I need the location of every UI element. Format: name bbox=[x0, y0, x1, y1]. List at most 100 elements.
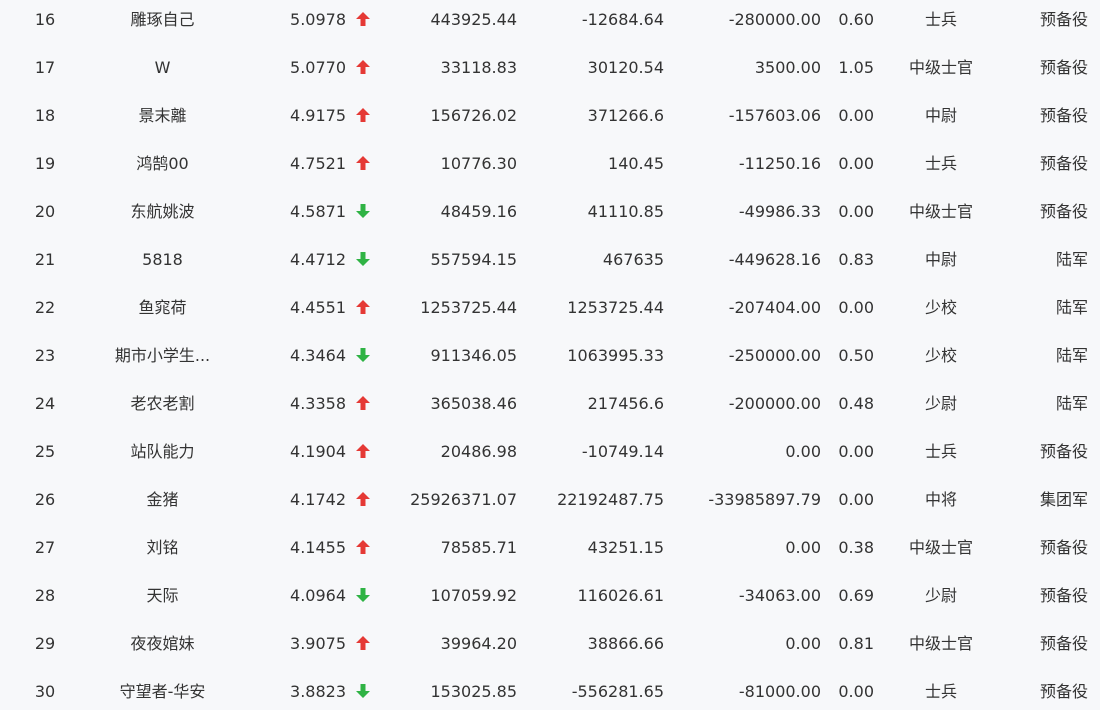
table-row[interactable]: 23 期市小学生... 4.3464 911346.05 1063995.33 -2500… bbox=[0, 332, 1100, 380]
military-rank: 少尉 bbox=[924, 394, 957, 413]
user-name: 守望者-华安 bbox=[119, 682, 206, 701]
unit-name: 预备役 bbox=[1039, 202, 1088, 221]
table-row[interactable]: 21 5818 4.4712 557594.15 467635 -449628.16 0.8… bbox=[0, 236, 1100, 284]
value-col-1: 20486.98 bbox=[440, 442, 517, 461]
rank-cell: 23 bbox=[34, 346, 56, 365]
military-rank: 少尉 bbox=[924, 586, 957, 605]
arrow-down-icon bbox=[354, 332, 372, 380]
value-col-3: -250000.00 bbox=[728, 346, 821, 365]
score-value: 4.1742 bbox=[290, 490, 346, 509]
score-value: 4.1904 bbox=[290, 442, 346, 461]
table-row[interactable]: 25 站队能力 4.1904 20486.98 -10749.14 0.00 0.00 士兵 预… bbox=[0, 428, 1100, 476]
rank-cell: 27 bbox=[34, 538, 56, 557]
value-col-1: 365038.46 bbox=[430, 394, 517, 413]
rank-cell: 26 bbox=[34, 490, 56, 509]
arrow-up-icon bbox=[354, 524, 372, 572]
ratio-value: 0.00 bbox=[838, 682, 874, 701]
table-row[interactable]: 20 东航姚波 4.5871 48459.16 41110.85 -49986.33 0.0… bbox=[0, 188, 1100, 236]
value-col-2: 140.45 bbox=[608, 154, 664, 173]
value-col-3: -449628.16 bbox=[728, 250, 821, 269]
military-rank: 少校 bbox=[924, 346, 957, 365]
rank-cell: 25 bbox=[34, 442, 56, 461]
rank-cell: 30 bbox=[34, 682, 56, 701]
table-row[interactable]: 30 守望者-华安 3.8823 153025.85 -556281.65 -81000.… bbox=[0, 668, 1100, 710]
ratio-value: 0.50 bbox=[838, 346, 874, 365]
ratio-value: 0.69 bbox=[838, 586, 874, 605]
table-row[interactable]: 19 鸿鹄00 4.7521 10776.30 140.45 -11250.16 0.00 士… bbox=[0, 140, 1100, 188]
value-col-3: -11250.16 bbox=[738, 154, 821, 173]
value-col-2: 1063995.33 bbox=[567, 346, 664, 365]
score-value: 4.3358 bbox=[290, 394, 346, 413]
value-col-2: 38866.66 bbox=[587, 634, 664, 653]
unit-name: 预备役 bbox=[1039, 538, 1088, 557]
arrow-up-icon bbox=[354, 476, 372, 524]
score-value: 4.4551 bbox=[290, 298, 346, 317]
table-row[interactable]: 18 景末離 4.9175 156726.02 371266.6 -157603.06 0.… bbox=[0, 92, 1100, 140]
score-value: 4.7521 bbox=[290, 154, 346, 173]
user-name: 老农老割 bbox=[130, 394, 195, 413]
ratio-value: 0.60 bbox=[838, 10, 874, 29]
value-col-2: 43251.15 bbox=[587, 538, 664, 557]
value-col-1: 33118.83 bbox=[440, 58, 517, 77]
value-col-2: 1253725.44 bbox=[567, 298, 664, 317]
military-rank: 士兵 bbox=[924, 682, 957, 701]
user-name: 雕琢自己 bbox=[130, 10, 195, 29]
score-value: 4.5871 bbox=[290, 202, 346, 221]
arrow-down-icon bbox=[354, 236, 372, 284]
value-col-1: 911346.05 bbox=[430, 346, 517, 365]
ratio-value: 0.38 bbox=[838, 538, 874, 557]
unit-name: 陆军 bbox=[1055, 298, 1088, 317]
value-col-2: 116026.61 bbox=[577, 586, 664, 605]
value-col-3: 3500.00 bbox=[754, 58, 821, 77]
arrow-up-icon bbox=[354, 140, 372, 188]
unit-name: 集团军 bbox=[1039, 490, 1088, 509]
user-name: 鸿鹄00 bbox=[136, 154, 189, 173]
rank-cell: 16 bbox=[34, 10, 56, 29]
ratio-value: 0.83 bbox=[838, 250, 874, 269]
rank-cell: 29 bbox=[34, 634, 56, 653]
unit-name: 预备役 bbox=[1039, 682, 1088, 701]
value-col-1: 107059.92 bbox=[430, 586, 517, 605]
military-rank: 中尉 bbox=[924, 250, 957, 269]
unit-name: 陆军 bbox=[1055, 394, 1088, 413]
table-row[interactable]: 27 刘铭 4.1455 78585.71 43251.15 0.00 0.38 中级士官 预备… bbox=[0, 524, 1100, 572]
unit-name: 预备役 bbox=[1039, 442, 1088, 461]
table-row[interactable]: 16 雕琢自己 5.0978 443925.44 -12684.64 -280000.00… bbox=[0, 0, 1100, 44]
arrow-up-icon bbox=[354, 428, 372, 476]
table-row[interactable]: 26 金猪 4.1742 25926371.07 22192487.75 -3398589… bbox=[0, 476, 1100, 524]
rank-cell: 20 bbox=[34, 202, 56, 221]
table-row[interactable]: 22 鱼窕荷 4.4551 1253725.44 1253725.44 -207404.0… bbox=[0, 284, 1100, 332]
table-row[interactable]: 28 天际 4.0964 107059.92 116026.61 -34063.00 0.6… bbox=[0, 572, 1100, 620]
value-col-3: 0.00 bbox=[785, 538, 821, 557]
table-row[interactable]: 29 夜夜婠妹 3.9075 39964.20 38866.66 0.00 0.81 中级士官… bbox=[0, 620, 1100, 668]
user-name: 金猪 bbox=[146, 490, 179, 509]
military-rank: 中级士官 bbox=[908, 538, 973, 557]
military-rank: 中将 bbox=[924, 490, 957, 509]
arrow-up-icon bbox=[354, 380, 372, 428]
user-name: 东航姚波 bbox=[130, 202, 195, 221]
arrow-up-icon bbox=[354, 44, 372, 92]
ratio-value: 0.00 bbox=[838, 202, 874, 221]
user-name: 鱼窕荷 bbox=[138, 298, 187, 317]
score-value: 3.8823 bbox=[290, 682, 346, 701]
score-value: 4.0964 bbox=[290, 586, 346, 605]
rank-cell: 24 bbox=[34, 394, 56, 413]
value-col-2: 41110.85 bbox=[587, 202, 664, 221]
table-row[interactable]: 17 W 5.0770 33118.83 30120.54 3500.00 1.05 中级士官… bbox=[0, 44, 1100, 92]
user-name: 夜夜婠妹 bbox=[130, 634, 195, 653]
table-row[interactable]: 24 老农老割 4.3358 365038.46 217456.6 -200000.00 0… bbox=[0, 380, 1100, 428]
user-name: 天际 bbox=[146, 586, 179, 605]
value-col-3: -207404.00 bbox=[728, 298, 821, 317]
user-name: 5818 bbox=[142, 250, 183, 269]
value-col-1: 48459.16 bbox=[440, 202, 517, 221]
value-col-1: 443925.44 bbox=[430, 10, 517, 29]
value-col-1: 153025.85 bbox=[430, 682, 517, 701]
value-col-2: 22192487.75 bbox=[557, 490, 664, 509]
rank-cell: 18 bbox=[34, 106, 56, 125]
arrow-up-icon bbox=[354, 284, 372, 332]
score-value: 5.0978 bbox=[290, 10, 346, 29]
unit-name: 预备役 bbox=[1039, 634, 1088, 653]
arrow-down-icon bbox=[354, 668, 372, 710]
value-col-2: -556281.65 bbox=[571, 682, 664, 701]
score-value: 3.9075 bbox=[290, 634, 346, 653]
